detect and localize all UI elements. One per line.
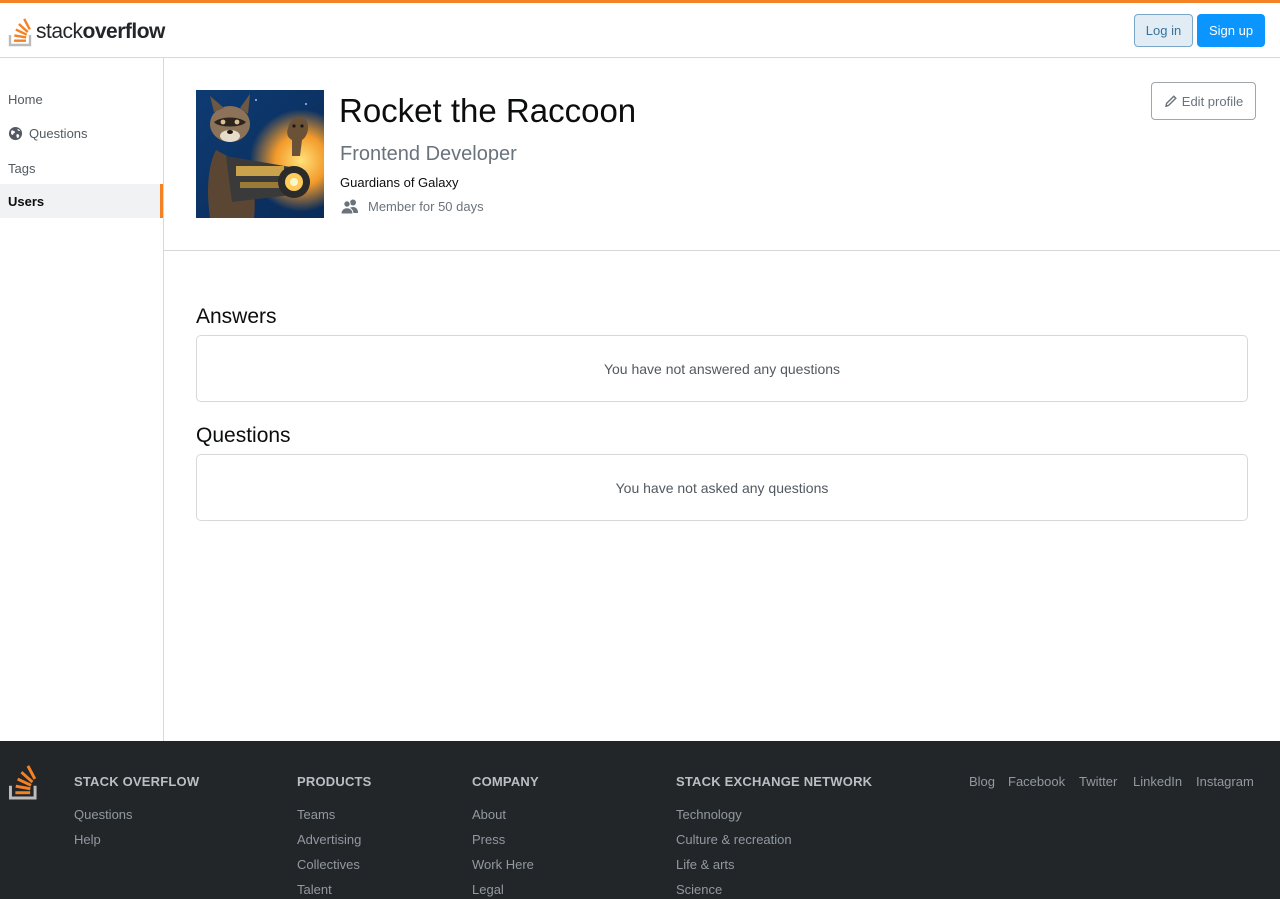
footer-link-work-here[interactable]: Work Here [472,857,534,872]
profile-company: Guardians of Galaxy [340,175,459,190]
sidebar-item-label: Users [8,193,45,209]
user-avatar [196,90,324,218]
footer-link-legal[interactable]: Legal [472,882,504,897]
answers-empty-state: You have not answered any questions [196,335,1248,402]
questions-empty-text: You have not asked any questions [615,479,829,496]
footer-social-twitter[interactable]: Twitter [1079,774,1117,789]
sidebar-item-label: Home [8,91,43,107]
footer-link-collectives[interactable]: Collectives [297,857,360,872]
footer-link-life-arts[interactable]: Life & arts [676,857,735,872]
footer-heading-stackoverflow: STACK OVERFLOW [74,774,200,789]
profile-title: Frontend Developer [340,143,517,165]
left-sidebar: Home Questions Tags Users [0,58,164,741]
footer-heading-network: STACK EXCHANGE NETWORK [676,774,873,789]
footer-social-instagram[interactable]: Instagram [1196,774,1254,789]
stackoverflow-logo[interactable]: stackoverflow [8,15,165,49]
footer-link-science[interactable]: Science [676,882,722,897]
footer-social-blog[interactable]: Blog [969,774,995,789]
users-icon [340,199,358,214]
footer-link-culture[interactable]: Culture & recreation [676,832,792,847]
footer-link-questions[interactable]: Questions [74,807,133,822]
footer-link-teams[interactable]: Teams [297,807,335,822]
footer-link-technology[interactable]: Technology [676,807,742,822]
header-divider [164,250,1280,251]
footer-link-advertising[interactable]: Advertising [297,832,361,847]
edit-profile-button[interactable]: Edit profile [1151,82,1256,120]
footer-link-talent[interactable]: Talent [297,882,332,897]
logo-wordmark: stackoverflow [36,20,165,43]
signup-button[interactable]: Sign up [1197,14,1265,47]
answers-empty-text: You have not answered any questions [603,360,841,377]
footer-link-about[interactable]: About [472,807,506,822]
sidebar-item-tags[interactable]: Tags [0,151,163,185]
pencil-icon [1164,95,1177,108]
footer-heading-products: PRODUCTS [297,774,372,789]
member-since: Member for 50 days [340,198,484,214]
profile-name: Rocket the Raccoon [339,92,637,129]
login-button[interactable]: Log in [1134,14,1193,47]
footer-logo-icon[interactable] [8,763,40,801]
answers-heading: Answers [196,305,277,328]
footer-link-press[interactable]: Press [472,832,505,847]
sidebar-item-questions[interactable]: Questions [0,116,163,150]
globe-icon [8,126,23,140]
edit-profile-label: Edit profile [1181,93,1244,109]
sidebar-item-users[interactable]: Users [0,184,163,218]
sidebar-item-home[interactable]: Home [0,82,163,116]
footer-link-help[interactable]: Help [74,832,101,847]
questions-empty-state: You have not asked any questions [196,454,1248,521]
top-bar: stackoverflow Log in Sign up [0,0,1280,58]
footer-social-linkedin[interactable]: LinkedIn [1133,774,1182,789]
sidebar-item-label: Tags [8,160,36,176]
sidebar-item-label: Questions [29,125,88,141]
questions-heading: Questions [196,424,291,447]
footer-heading-company: COMPANY [472,774,539,789]
footer-social-facebook[interactable]: Facebook [1008,774,1065,789]
member-since-text: Member for 50 days [368,198,484,214]
stackoverflow-logo-icon [8,18,32,47]
site-footer: STACK OVERFLOW Questions Help PRODUCTS T… [0,741,1280,899]
